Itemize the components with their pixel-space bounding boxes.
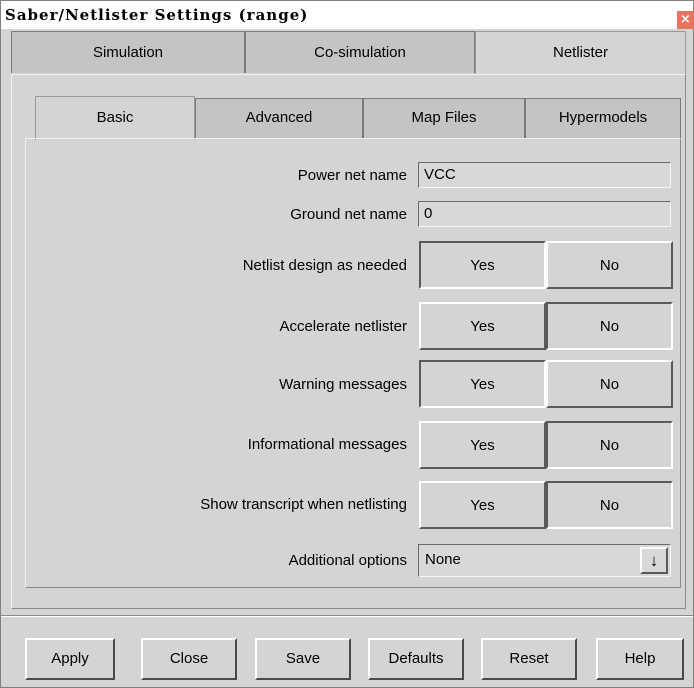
close-button[interactable]: Close [141, 638, 237, 680]
tab-map-files[interactable]: Map Files [363, 98, 525, 138]
additional-options-label: Additional options [288, 552, 407, 569]
power-net-field[interactable]: VCC [418, 162, 671, 188]
accelerate-netlister-yes-button[interactable]: Yes [419, 302, 546, 350]
tab-co-simulation[interactable]: Co-simulation [245, 31, 475, 73]
show-transcript-no-button[interactable]: No [546, 481, 673, 529]
accelerate-netlister-no-button[interactable]: No [546, 302, 673, 350]
arrow-down-icon[interactable]: ↓ [640, 547, 668, 574]
tab-basic[interactable]: Basic [35, 96, 195, 140]
tab-map-files-label: Map Files [411, 109, 477, 126]
warning-messages-yes-button[interactable]: Yes [419, 360, 546, 408]
informational-messages-label: Informational messages [247, 436, 407, 453]
title-bar: Saber/Netlister Settings (range) × [1, 1, 694, 29]
additional-options-value: None [425, 551, 461, 568]
ground-net-label: Ground net name [290, 206, 407, 223]
tab-basic-label: Basic [96, 109, 134, 126]
defaults-button[interactable]: Defaults [368, 638, 464, 680]
accelerate-netlister-label: Accelerate netlister [279, 318, 407, 335]
warning-messages-label: Warning messages [279, 376, 407, 393]
help-button[interactable]: Help [596, 638, 684, 680]
netlist-design-yes-button[interactable]: Yes [419, 241, 546, 289]
settings-window: Saber/Netlister Settings (range) × Simul… [0, 0, 694, 688]
tab-simulation-label: Simulation [92, 44, 164, 61]
informational-messages-no-button[interactable]: No [546, 421, 673, 469]
ground-net-field[interactable]: 0 [418, 201, 671, 227]
netlist-design-no-button[interactable]: No [546, 241, 673, 289]
netlist-design-label: Netlist design as needed [242, 257, 407, 274]
tab-simulation[interactable]: Simulation [11, 31, 245, 73]
window-title: Saber/Netlister Settings (range) [5, 6, 309, 24]
power-net-label: Power net name [297, 167, 407, 184]
close-icon[interactable]: × [677, 11, 694, 29]
tab-hypermodels-label: Hypermodels [558, 109, 648, 126]
tab-co-simulation-label: Co-simulation [314, 44, 406, 61]
show-transcript-label: Show transcript when netlisting [200, 496, 407, 513]
informational-messages-yes-button[interactable]: Yes [419, 421, 546, 469]
additional-options-combo[interactable]: None ↓ [418, 544, 671, 577]
button-bar-separator [1, 615, 693, 617]
tab-advanced-label: Advanced [245, 109, 313, 126]
save-button[interactable]: Save [255, 638, 351, 680]
tab-netlister-label: Netlister [552, 44, 608, 61]
warning-messages-no-button[interactable]: No [546, 360, 673, 408]
tab-advanced[interactable]: Advanced [195, 98, 363, 138]
tab-netlister[interactable]: Netlister [475, 31, 686, 75]
tab-hypermodels[interactable]: Hypermodels [525, 98, 681, 138]
show-transcript-yes-button[interactable]: Yes [419, 481, 546, 529]
reset-button[interactable]: Reset [481, 638, 577, 680]
apply-button[interactable]: Apply [25, 638, 115, 680]
